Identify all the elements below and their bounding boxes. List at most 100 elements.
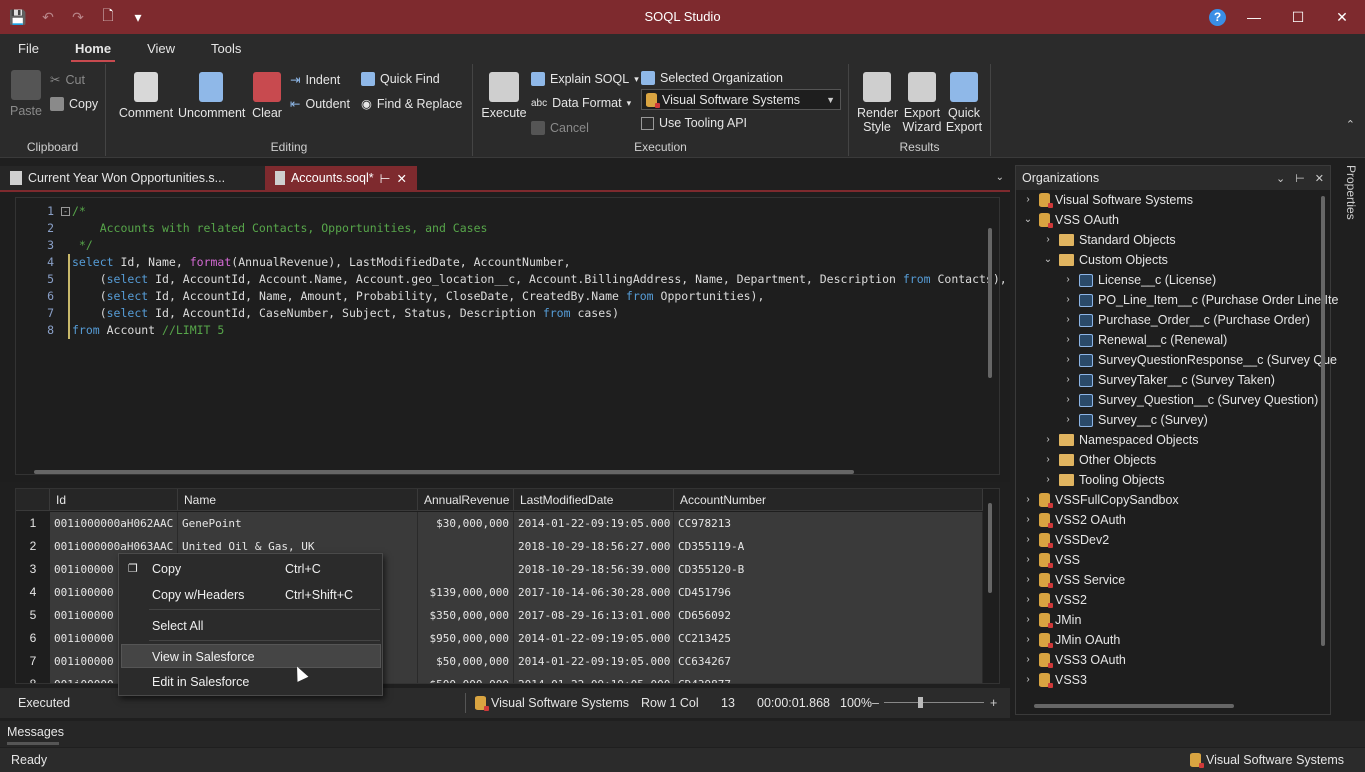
tree-node[interactable]: › Visual Software Systems xyxy=(1022,190,1193,210)
column-header-name[interactable]: Name xyxy=(178,489,418,511)
undo-icon[interactable]: ↶ xyxy=(36,5,60,29)
expand-chevron-icon[interactable]: › xyxy=(1022,610,1034,630)
tree-node[interactable]: › JMin xyxy=(1022,610,1081,630)
expand-chevron-icon[interactable]: › xyxy=(1062,410,1074,430)
context-edit-in-salesforce[interactable]: Edit in Salesforce xyxy=(121,670,381,694)
table-cell[interactable]: CC213425 xyxy=(674,627,983,650)
tree-node[interactable]: › Namespaced Objects xyxy=(1042,430,1198,450)
menu-view[interactable]: View xyxy=(129,41,193,62)
table-cell[interactable]: 2014-01-22-09:19:05.000 xyxy=(514,673,674,683)
tree-node[interactable]: › VSS3 OAuth xyxy=(1022,650,1126,670)
grid-corner[interactable] xyxy=(16,489,50,511)
table-cell[interactable]: $950,000,000 xyxy=(418,627,514,650)
tree-node[interactable]: › PO_Line_Item__c (Purchase Order Line It… xyxy=(1062,290,1338,310)
expand-chevron-icon[interactable]: › xyxy=(1042,450,1054,470)
tree-node[interactable]: › Survey__c (Survey) xyxy=(1062,410,1207,430)
tree-node[interactable]: ⌄ Custom Objects xyxy=(1042,250,1168,270)
table-cell[interactable]: CC634267 xyxy=(674,650,983,673)
tree-node[interactable]: › VSSDev2 xyxy=(1022,530,1109,550)
table-cell[interactable]: 2018-10-29-18:56:27.000 xyxy=(514,535,674,558)
expand-chevron-icon[interactable]: › xyxy=(1042,430,1054,450)
menu-home[interactable]: Home xyxy=(57,41,129,62)
expand-chevron-icon[interactable]: › xyxy=(1062,310,1074,330)
menu-file[interactable]: File xyxy=(0,41,57,62)
expand-chevron-icon[interactable]: › xyxy=(1062,350,1074,370)
use-tooling-api-checkbox[interactable]: Use Tooling API xyxy=(641,116,747,130)
tree-node[interactable]: ⌄ VSS OAuth xyxy=(1022,210,1119,230)
outdent-button[interactable]: ⇤ Outdent xyxy=(290,96,350,112)
expand-chevron-icon[interactable]: › xyxy=(1022,590,1034,610)
zoom-slider[interactable] xyxy=(884,702,984,703)
tree-node[interactable]: › Tooling Objects xyxy=(1042,470,1164,490)
tree-node[interactable]: › License__c (License) xyxy=(1062,270,1216,290)
explain-soql-button[interactable]: Explain SOQL ▾ xyxy=(531,72,639,86)
new-document-icon[interactable]: 🗋 xyxy=(96,5,120,29)
editor-horizontal-scrollbar[interactable] xyxy=(34,470,854,474)
expand-chevron-icon[interactable]: › xyxy=(1062,290,1074,310)
table-cell[interactable]: CD451796 xyxy=(674,581,983,604)
tree-node[interactable]: › Purchase_Order__c (Purchase Order) xyxy=(1062,310,1310,330)
context-view-in-salesforce[interactable]: View in Salesforce xyxy=(121,644,381,668)
table-cell[interactable]: 2014-01-22-09:19:05.000 xyxy=(514,512,674,535)
tree-node[interactable]: › VSS xyxy=(1022,550,1080,570)
execute-button[interactable]: Execute xyxy=(481,72,527,120)
row-number[interactable]: 6 xyxy=(16,627,50,650)
tree-node[interactable]: › Other Objects xyxy=(1042,450,1156,470)
table-cell[interactable]: 2018-10-29-18:56:39.000 xyxy=(514,558,674,581)
expand-chevron-icon[interactable]: › xyxy=(1042,230,1054,250)
uncomment-button[interactable]: Uncomment xyxy=(178,72,245,120)
tab-accounts[interactable]: Accounts.soql* ⊢ ✕ xyxy=(265,166,417,190)
tree-vertical-scrollbar[interactable] xyxy=(1321,196,1325,646)
tree-node[interactable]: › Renewal__c (Renewal) xyxy=(1062,330,1227,350)
expand-chevron-icon[interactable]: › xyxy=(1042,470,1054,490)
tree-node[interactable]: › JMin OAuth xyxy=(1022,630,1120,650)
table-cell[interactable] xyxy=(418,558,514,581)
close-panel-icon[interactable]: ✕ xyxy=(1315,172,1324,185)
context-copy[interactable]: ❐ Copy Ctrl+C xyxy=(121,557,381,581)
collapse-chevron-icon[interactable]: ⌄ xyxy=(1042,250,1054,270)
table-cell[interactable]: $30,000,000 xyxy=(418,512,514,535)
tree-node[interactable]: › Survey_Question__c (Survey Question) xyxy=(1062,390,1318,410)
zoom-in-icon[interactable]: + xyxy=(990,696,997,710)
table-row[interactable]: 1 001i000000aH062AAC GenePoint $30,000,000 2… xyxy=(16,512,999,535)
row-number[interactable]: 4 xyxy=(16,581,50,604)
grid-vertical-scrollbar[interactable] xyxy=(988,503,992,593)
expand-chevron-icon[interactable]: › xyxy=(1062,270,1074,290)
table-cell[interactable]: 2017-10-14-06:30:28.000 xyxy=(514,581,674,604)
quick-export-button[interactable]: Quick Export xyxy=(945,72,983,134)
expand-chevron-icon[interactable]: › xyxy=(1022,670,1034,690)
column-header-account-number[interactable]: AccountNumber xyxy=(674,489,983,511)
tab-list-chevron-icon[interactable]: ⌄ xyxy=(996,166,1004,190)
messages-tab[interactable]: Messages xyxy=(7,725,64,739)
find-replace-button[interactable]: ◉ Find & Replace xyxy=(361,96,462,112)
panel-menu-icon[interactable]: ⌄ xyxy=(1276,172,1285,185)
organization-select[interactable]: Visual Software Systems ▼ xyxy=(641,89,841,110)
menu-tools[interactable]: Tools xyxy=(193,41,259,62)
copy-button[interactable]: Copy xyxy=(50,97,98,111)
table-cell[interactable]: $350,000,000 xyxy=(418,604,514,627)
tree-node[interactable]: › VSS2 xyxy=(1022,590,1087,610)
tree-node[interactable]: › Standard Objects xyxy=(1042,230,1175,250)
tree-node[interactable]: › SurveyTaker__c (Survey Taken) xyxy=(1062,370,1275,390)
table-cell[interactable]: CC978213 xyxy=(674,512,983,535)
row-number[interactable]: 1 xyxy=(16,512,50,535)
row-number[interactable]: 5 xyxy=(16,604,50,627)
minimize-button[interactable]: — xyxy=(1232,0,1276,34)
tree-horizontal-scrollbar[interactable] xyxy=(1034,704,1234,708)
collapse-ribbon-icon[interactable]: ⌃ xyxy=(1346,118,1355,131)
table-cell[interactable]: 001i000000aH062AAC xyxy=(50,512,178,535)
clear-button[interactable]: Clear xyxy=(250,72,284,120)
export-wizard-button[interactable]: Export Wizard xyxy=(901,72,943,134)
expand-chevron-icon[interactable]: › xyxy=(1022,630,1034,650)
table-cell[interactable]: CD656092 xyxy=(674,604,983,627)
table-cell[interactable]: CD439877 xyxy=(674,673,983,683)
tree-node[interactable]: › VSS3 xyxy=(1022,670,1087,690)
soql-editor[interactable]: 1 2 3 4 5 6 7 8 - /* Accounts with relat… xyxy=(0,190,1010,482)
customize-toolbar-icon[interactable]: ▾ xyxy=(126,5,150,29)
zoom-out-icon[interactable]: – xyxy=(872,696,879,710)
data-format-button[interactable]: abc Data Format ▾ xyxy=(531,96,631,110)
expand-chevron-icon[interactable]: › xyxy=(1062,370,1074,390)
tree-node[interactable]: › SurveyQuestionResponse__c (Survey Que xyxy=(1062,350,1337,370)
row-number[interactable]: 3 xyxy=(16,558,50,581)
expand-chevron-icon[interactable]: › xyxy=(1022,530,1034,550)
